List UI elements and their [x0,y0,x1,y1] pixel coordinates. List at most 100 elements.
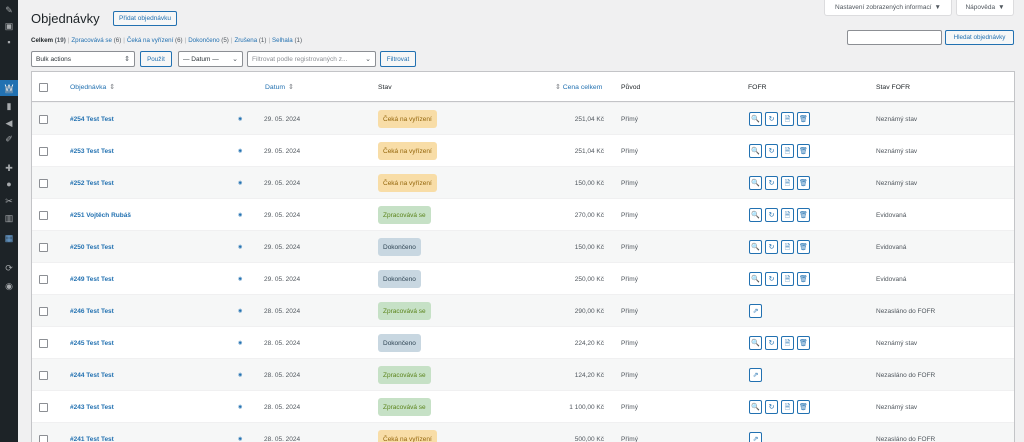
filter-button[interactable]: Filtrovat [380,51,416,67]
fofr-delete-button[interactable]: 🗑 [797,272,810,286]
fofr-document-button[interactable]: 🗎 [781,336,794,350]
eye-icon[interactable]: ◉ [238,340,242,346]
row-checkbox[interactable] [39,146,48,156]
eye-icon[interactable]: ◉ [238,404,242,410]
products-icon[interactable]: ▤ [0,82,18,96]
row-checkbox[interactable] [39,114,48,124]
eye-icon[interactable]: ◉ [238,372,242,378]
apply-button[interactable]: Použít [140,51,172,67]
fofr-send-button[interactable]: ⇗ [749,368,762,382]
analytics-icon[interactable]: ▮ [0,99,18,113]
eye-icon[interactable]: ◉ [238,148,242,154]
row-checkbox[interactable] [39,338,48,348]
column-date[interactable]: Datum ⇕ [265,72,294,102]
fofr-refresh-button[interactable]: ↻ [765,176,778,190]
help-button[interactable]: Nápověda ▼ [956,0,1014,16]
fofr-search-button[interactable]: 🔍 [749,240,762,254]
row-checkbox[interactable] [39,242,48,252]
search-input[interactable] [847,30,942,45]
eye-icon[interactable]: ◉ [238,276,242,282]
fofr-search-button[interactable]: 🔍 [749,176,762,190]
order-link[interactable]: #251 Vojtěch Rubáš [70,212,131,219]
date-filter-select[interactable]: — Datum — ⌄ [178,51,243,67]
fofr-document-button[interactable]: 🗎 [781,240,794,254]
order-link[interactable]: #252 Test Test [70,180,114,187]
fofr-document-button[interactable]: 🗎 [781,272,794,286]
row-checkbox[interactable] [39,274,48,284]
fofr-document-button[interactable]: 🗎 [781,208,794,222]
fofr-refresh-button[interactable]: ↻ [765,144,778,158]
settings-icon[interactable]: ▥ [0,211,18,225]
fofr-icon[interactable]: ▦ [0,231,18,245]
table-row[interactable]: #249 Test Test ◉ 29. 05. 2024 Dokončeno 250,… [32,262,1014,294]
appearance-icon[interactable]: ✐ [0,132,18,146]
fofr-search-button[interactable]: 🔍 [749,144,762,158]
fofr-refresh-button[interactable]: ↻ [765,112,778,126]
table-row[interactable]: #254 Test Test ◉ 29. 05. 2024 Čeká na vyříz… [32,102,1014,134]
order-link[interactable]: #254 Test Test [70,116,114,123]
users-icon[interactable]: ● [0,177,18,191]
fofr-refresh-button[interactable]: ↻ [765,208,778,222]
comments-icon[interactable]: ▪ [0,35,18,49]
eye-icon[interactable]: ◉ [238,116,242,122]
fofr-refresh-button[interactable]: ↻ [765,272,778,286]
eye-icon[interactable]: ◉ [238,436,242,442]
status-view-link[interactable]: Selhala (1) [272,37,302,44]
order-link[interactable]: #246 Test Test [70,308,114,315]
status-view-link[interactable]: Čeká na vyřízení (6) [127,37,183,44]
fofr-delete-button[interactable]: 🗑 [797,208,810,222]
eye-icon[interactable]: ◉ [238,180,242,186]
table-row[interactable]: #241 Test Test ◉ 28. 05. 2024 Čeká na vyříz… [32,422,1014,442]
plugins-icon[interactable]: ✚ [0,161,18,175]
table-row[interactable]: #250 Test Test ◉ 29. 05. 2024 Dokončeno 150,… [32,230,1014,262]
column-total-label[interactable]: Cena celkem [563,84,603,91]
status-view-link[interactable]: Celkem (19) [31,37,66,44]
fofr-document-button[interactable]: 🗎 [781,112,794,126]
fofr-send-button[interactable]: ⇗ [749,304,762,318]
column-order[interactable]: Objednávka ⇕ [70,72,115,102]
cloud-icon[interactable]: ⟳ [0,261,18,275]
fofr-delete-button[interactable]: 🗑 [797,176,810,190]
table-row[interactable]: #253 Test Test ◉ 29. 05. 2024 Čeká na vyříz… [32,134,1014,166]
screen-options-button[interactable]: Nastavení zobrazených informací ▼ [824,0,952,16]
order-link[interactable]: #249 Test Test [70,276,114,283]
order-link[interactable]: #243 Test Test [70,404,114,411]
add-order-button[interactable]: Přidat objednávku [113,11,178,26]
fofr-search-button[interactable]: 🔍 [749,400,762,414]
fofr-search-button[interactable]: 🔍 [749,208,762,222]
order-link[interactable]: #245 Test Test [70,340,114,347]
select-all-checkbox[interactable] [39,82,48,92]
fofr-delete-button[interactable]: 🗑 [797,112,810,126]
order-link[interactable]: #241 Test Test [70,436,114,442]
fofr-refresh-button[interactable]: ↻ [765,240,778,254]
pin-icon[interactable]: ✎ [0,3,18,17]
fofr-refresh-button[interactable]: ↻ [765,400,778,414]
row-checkbox[interactable] [39,434,48,442]
table-row[interactable]: #251 Vojtěch Rubáš ◉ 29. 05. 2024 Zpracováv… [32,198,1014,230]
row-checkbox[interactable] [39,178,48,188]
row-checkbox[interactable] [39,402,48,412]
fofr-document-button[interactable]: 🗎 [781,176,794,190]
table-row[interactable]: #246 Test Test ◉ 28. 05. 2024 Zpracovává se… [32,294,1014,326]
customer-filter-select[interactable]: Filtrovat podle registrovaných z... ⌄ [247,51,376,67]
fofr-document-button[interactable]: 🗎 [781,400,794,414]
search-orders-button[interactable]: Hledat objednávky [945,30,1014,45]
fofr-send-button[interactable]: ⇗ [749,432,762,442]
fofr-search-button[interactable]: 🔍 [749,272,762,286]
fofr-refresh-button[interactable]: ↻ [765,336,778,350]
media-icon[interactable]: ▣ [0,19,18,33]
marketing-icon[interactable]: ◀ [0,116,18,130]
eye-icon[interactable]: ◉ [238,212,242,218]
table-row[interactable]: #245 Test Test ◉ 28. 05. 2024 Dokončeno 224,… [32,326,1014,358]
fofr-delete-button[interactable]: 🗑 [797,336,810,350]
collapse-icon[interactable]: ◉ [0,279,18,293]
column-date-label[interactable]: Datum [265,84,285,91]
status-view-link[interactable]: Zrušena (1) [234,37,266,44]
fofr-search-button[interactable]: 🔍 [749,336,762,350]
tools-icon[interactable]: ✂ [0,194,18,208]
column-order-label[interactable]: Objednávka [70,84,106,91]
order-link[interactable]: #253 Test Test [70,148,114,155]
eye-icon[interactable]: ◉ [238,244,242,250]
row-checkbox[interactable] [39,370,48,380]
row-checkbox[interactable] [39,306,48,316]
